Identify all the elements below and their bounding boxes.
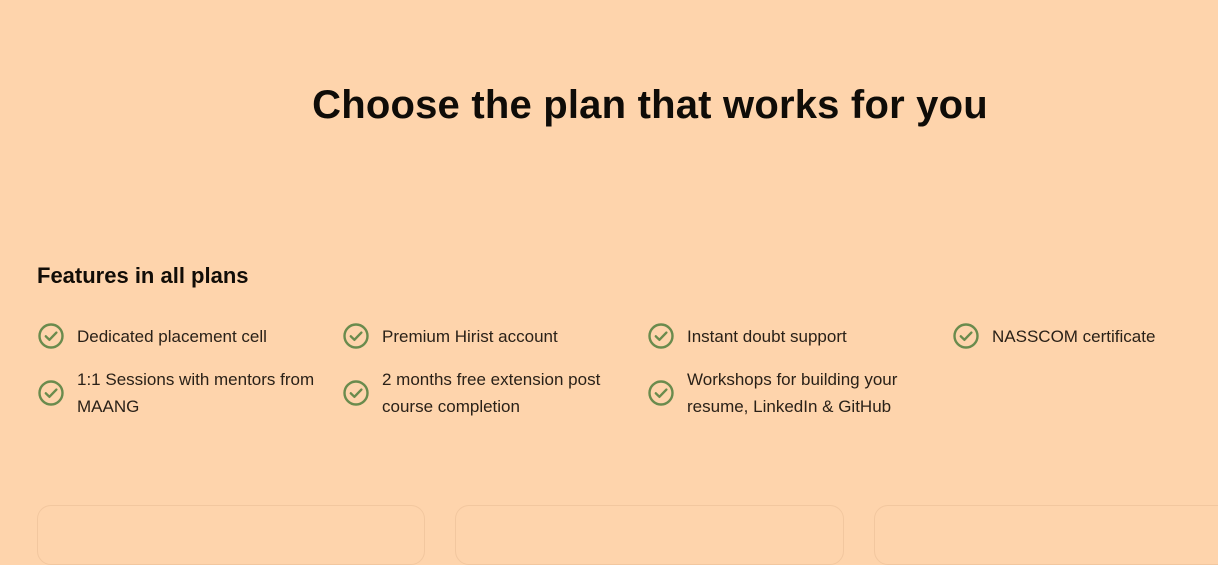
feature-item: 2 months free extension post course comp… — [342, 366, 647, 420]
feature-item: Dedicated placement cell — [37, 320, 342, 352]
features-heading: Features in all plans — [37, 263, 249, 288]
feature-label: NASSCOM certificate — [992, 326, 1156, 346]
feature-item: NASSCOM certificate — [952, 320, 1218, 352]
feature-item: 1:1 Sessions with mentors from MAANG — [37, 366, 342, 420]
plan-card[interactable] — [874, 505, 1218, 565]
features-list: Dedicated placement cell Premium Hirist … — [37, 320, 1218, 420]
plan-card[interactable] — [455, 505, 844, 565]
page-title: Choose the plan that works for you — [312, 82, 988, 127]
feature-item: Instant doubt support — [647, 320, 952, 352]
check-circle-icon — [37, 322, 65, 350]
check-circle-icon — [342, 379, 370, 407]
feature-label: Workshops for building your resume, Link… — [687, 370, 898, 416]
feature-label: 2 months free extension post course comp… — [382, 370, 601, 416]
feature-label: 1:1 Sessions with mentors from MAANG — [77, 370, 315, 416]
feature-label: Instant doubt support — [687, 326, 847, 346]
check-circle-icon — [37, 379, 65, 407]
check-circle-icon — [647, 322, 675, 350]
check-circle-icon — [647, 379, 675, 407]
check-circle-icon — [342, 322, 370, 350]
check-circle-icon — [952, 322, 980, 350]
feature-item: Premium Hirist account — [342, 320, 647, 352]
feature-label: Premium Hirist account — [382, 326, 558, 346]
feature-label: Dedicated placement cell — [77, 326, 267, 346]
feature-item: Workshops for building your resume, Link… — [647, 366, 952, 420]
plan-card[interactable] — [37, 505, 425, 565]
